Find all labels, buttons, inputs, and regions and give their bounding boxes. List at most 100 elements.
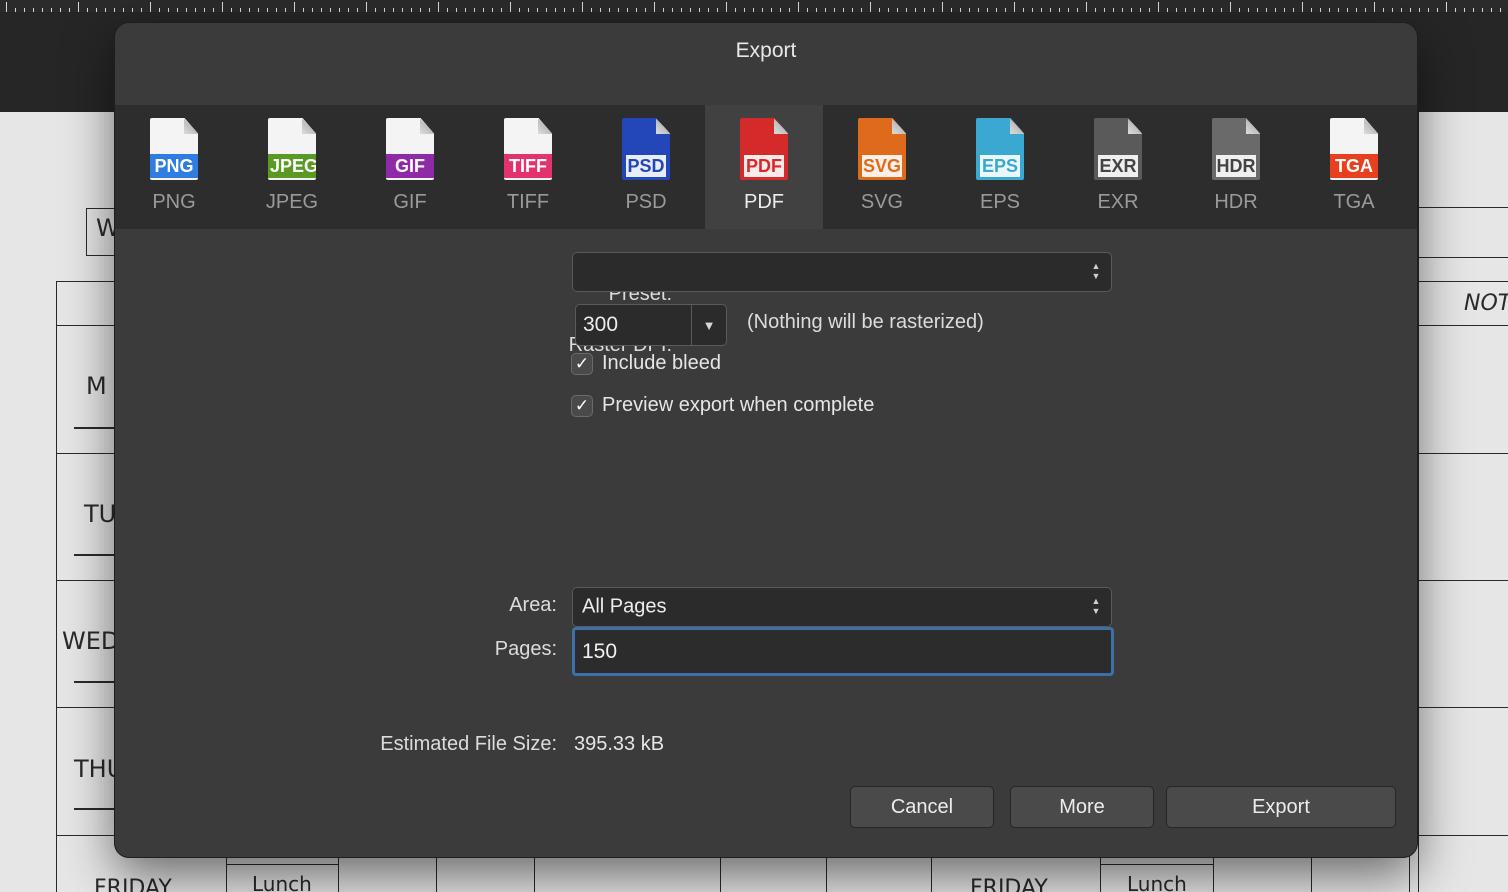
table-line <box>1418 112 1419 892</box>
ruler-tick <box>1374 2 1375 12</box>
format-tab-tga[interactable]: TGA TGA <box>1295 105 1413 229</box>
ruler-tick <box>654 2 655 12</box>
preview-export-checkbox[interactable]: ✓ <box>571 394 593 417</box>
format-badge: EPS <box>981 156 1019 176</box>
ruler-tick <box>150 2 151 12</box>
page-fold <box>420 118 434 134</box>
day-underline <box>74 681 114 683</box>
jpeg-file-icon: JPEG <box>268 118 316 180</box>
page-fold <box>656 118 670 134</box>
format-tab-label: EPS <box>979 191 1021 213</box>
ruler-tick <box>222 2 223 12</box>
format-tab-label: TGA <box>1333 191 1375 213</box>
estimated-size-value: 395.33 kB <box>574 733 665 755</box>
format-tab-pdf[interactable]: PDF PDF <box>705 105 823 229</box>
format-tab-label: PDF <box>744 191 784 213</box>
format-tab-eps[interactable]: EPS EPS <box>941 105 1059 229</box>
dropdown-arrow-icon[interactable]: ▼ <box>691 305 726 345</box>
format-badge: JPEG <box>268 154 319 178</box>
format-tab-label: PNG <box>152 191 196 213</box>
ruler-tick <box>78 2 79 12</box>
svg-file-icon: SVG <box>858 118 906 180</box>
format-tab-label: EXR <box>1097 191 1139 213</box>
format-tab-label: TIFF <box>506 191 550 213</box>
format-badge: PDF <box>746 156 782 176</box>
format-tab-gif[interactable]: GIF GIF <box>351 105 469 229</box>
table-border-left <box>56 281 57 892</box>
format-tab-tiff[interactable]: TIFF TIFF <box>469 105 587 229</box>
format-tab-exr[interactable]: EXR EXR <box>1059 105 1177 229</box>
table-line <box>1418 325 1508 326</box>
tga-file-icon: TGA <box>1330 118 1378 180</box>
ruler-tick <box>798 2 799 12</box>
table-line <box>56 707 116 708</box>
include-bleed-checkbox-row[interactable]: ✓ Include bleed <box>571 352 721 375</box>
eps-file-icon: EPS <box>976 118 1024 180</box>
ruler-tick <box>510 2 511 12</box>
ruler-tick <box>438 2 439 12</box>
format-tab-label: HDR <box>1214 191 1258 213</box>
stepper-arrows-icon: ▲ ▼ <box>1091 596 1101 616</box>
format-badge: HDR <box>1216 156 1256 176</box>
day-label: TU <box>84 500 117 528</box>
ruler-tick <box>870 2 871 12</box>
day-underline <box>74 427 114 429</box>
table-line <box>1418 257 1508 258</box>
ruler-tick <box>726 2 727 12</box>
meal-label: Lunch <box>1127 872 1187 892</box>
gif-file-icon: GIF <box>386 118 434 180</box>
day-label: FRIDAY <box>970 876 1048 892</box>
tiff-file-icon: TIFF <box>504 118 552 180</box>
pdf-file-icon: PDF <box>740 118 788 180</box>
format-tab-png[interactable]: PNG PNG <box>115 105 233 229</box>
preview-export-checkbox-row[interactable]: ✓ Preview export when complete <box>571 394 874 417</box>
export-dialog: Export PNG PNG JPEG JPEG GIF GIF TIFF TIFF PSD PS… <box>115 23 1417 857</box>
format-tab-jpeg[interactable]: JPEG JPEG <box>233 105 351 229</box>
include-bleed-label: Include bleed <box>602 352 721 374</box>
more-button[interactable]: More <box>1010 786 1154 828</box>
preset-select[interactable]: ▲ ▼ <box>572 252 1112 292</box>
notes-label: NOT <box>1464 291 1508 316</box>
hdr-file-icon: HDR <box>1212 118 1260 180</box>
format-badge: TIFF <box>504 154 552 178</box>
exr-file-icon: EXR <box>1094 118 1142 180</box>
table-line <box>1418 281 1508 282</box>
page-fold <box>1246 118 1260 134</box>
day-underline <box>74 554 114 556</box>
format-tab-label: JPEG <box>265 191 319 213</box>
format-tab-label: GIF <box>393 191 427 213</box>
raster-dpi-combo[interactable]: 300 ▼ <box>575 304 727 346</box>
ruler-tick <box>942 2 943 12</box>
ruler-tick <box>1158 2 1159 12</box>
format-tab-label: PSD <box>625 191 667 213</box>
table-line <box>1418 453 1508 454</box>
area-label: Area: <box>509 594 557 616</box>
ruler-tick <box>1446 2 1447 12</box>
format-tab-psd[interactable]: PSD PSD <box>587 105 705 229</box>
format-badge: TGA <box>1330 154 1378 178</box>
format-tab-svg[interactable]: SVG SVG <box>823 105 941 229</box>
table-line <box>56 453 116 454</box>
ruler-tick <box>1230 2 1231 12</box>
table-line <box>1418 707 1508 708</box>
pages-label: Pages: <box>494 638 557 660</box>
format-tab-hdr[interactable]: HDR HDR <box>1177 105 1295 229</box>
meal-label: Lunch <box>252 872 312 892</box>
table-line <box>56 325 116 326</box>
ruler-tick <box>1302 2 1303 12</box>
raster-dpi-note: (Nothing will be rasterized) <box>747 311 984 333</box>
day-underline <box>74 808 114 810</box>
format-tab-bar: PNG PNG JPEG JPEG GIF GIF TIFF TIFF PSD PSD PDF PDF… <box>115 105 1417 229</box>
table-line <box>226 864 338 865</box>
day-label: FRIDAY <box>94 876 172 892</box>
export-button[interactable]: Export <box>1166 786 1396 828</box>
png-file-icon: PNG <box>150 118 198 180</box>
table-line <box>56 580 116 581</box>
ruler-tick <box>366 2 367 12</box>
include-bleed-checkbox[interactable]: ✓ <box>571 352 593 375</box>
page-fold <box>1128 118 1142 134</box>
cancel-button[interactable]: Cancel <box>850 786 994 828</box>
area-select[interactable]: All Pages ▲ ▼ <box>572 587 1112 627</box>
page-fold <box>1010 118 1024 134</box>
pages-input[interactable] <box>572 627 1114 676</box>
